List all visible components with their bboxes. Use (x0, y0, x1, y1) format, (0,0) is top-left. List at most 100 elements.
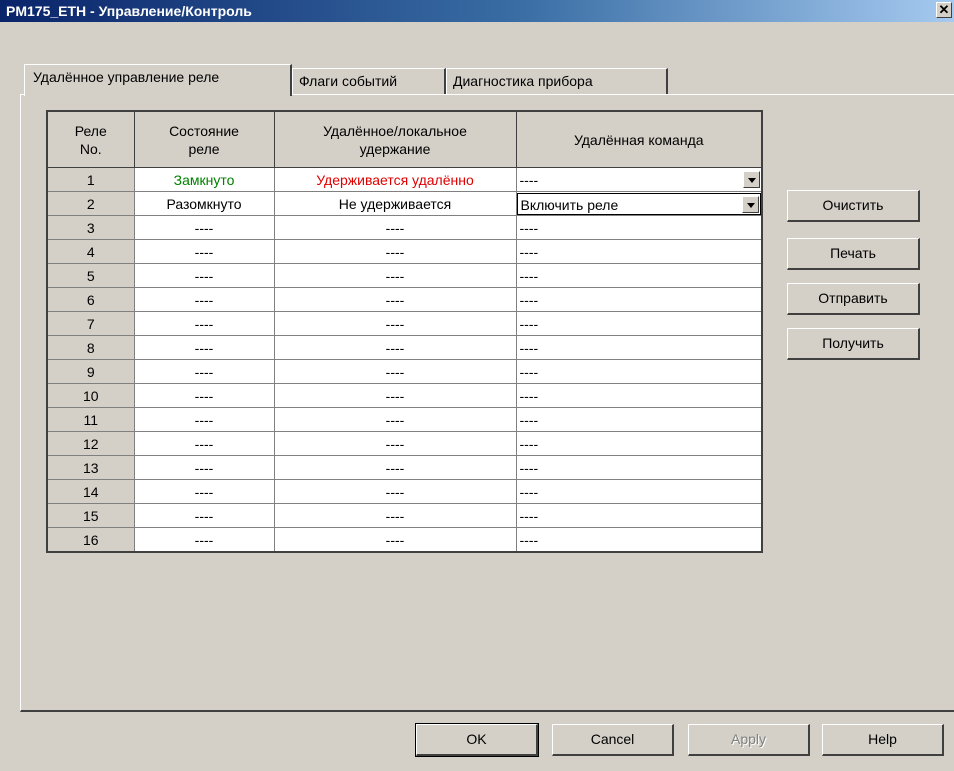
command-cell[interactable]: ---- (515, 527, 763, 553)
command-cell[interactable]: ---- (515, 359, 763, 384)
relay-no-cell: 3 (46, 215, 135, 240)
table-row: 13 ---- ---- ---- (46, 455, 763, 480)
command-cell[interactable]: ---- (515, 167, 763, 192)
command-cell[interactable]: ---- (515, 287, 763, 312)
hold-cell: ---- (273, 383, 517, 408)
hold-cell: ---- (273, 503, 517, 528)
relay-no-cell: 12 (46, 431, 135, 456)
col-header-hold: Удалённое/локальное удержание (273, 110, 517, 168)
print-button[interactable]: Печать (787, 238, 920, 270)
relay-state-cell: ---- (133, 479, 275, 504)
title-bar: PM175_ETH - Управление/Контроль ✕ (0, 0, 954, 22)
relay-state-cell: ---- (133, 383, 275, 408)
command-cell[interactable]: ---- (515, 263, 763, 288)
table-row: 9 ---- ---- ---- (46, 359, 763, 384)
relay-no-cell: 13 (46, 455, 135, 480)
relay-no-cell: 14 (46, 479, 135, 504)
relay-state-cell: ---- (133, 527, 275, 553)
command-cell[interactable]: ---- (515, 383, 763, 408)
table-row: 12 ---- ---- ---- (46, 431, 763, 456)
relay-state-cell: ---- (133, 215, 275, 240)
hold-cell: ---- (273, 311, 517, 336)
table-row: 15 ---- ---- ---- (46, 503, 763, 528)
command-cell[interactable]: ---- (515, 455, 763, 480)
table-row: 10 ---- ---- ---- (46, 383, 763, 408)
command-dropdown[interactable]: Включить реле (516, 192, 761, 215)
window-title: PM175_ETH - Управление/Контроль (6, 3, 252, 19)
hold-cell: ---- (273, 527, 517, 553)
close-icon: ✕ (938, 2, 950, 17)
relay-state-cell: Замкнуто (133, 167, 275, 192)
relay-state-cell: ---- (133, 431, 275, 456)
hold-cell: ---- (273, 287, 517, 312)
table-row: 11 ---- ---- ---- (46, 407, 763, 432)
relay-no-cell: 11 (46, 407, 135, 432)
command-cell[interactable]: ---- (515, 503, 763, 528)
ok-button[interactable]: OK (415, 723, 539, 757)
table-row: 8 ---- ---- ---- (46, 335, 763, 360)
command-cell[interactable]: ---- (515, 215, 763, 240)
relay-no-cell: 6 (46, 287, 135, 312)
relay-state-cell: ---- (133, 311, 275, 336)
hold-cell: ---- (273, 239, 517, 264)
relay-state-cell: Разомкнуто (133, 191, 275, 216)
table-row: 6 ---- ---- ---- (46, 287, 763, 312)
command-cell[interactable]: ---- (515, 311, 763, 336)
relay-no-cell: 7 (46, 311, 135, 336)
chevron-down-icon[interactable] (743, 170, 760, 188)
relay-state-cell: ---- (133, 287, 275, 312)
table-row: 5 ---- ---- ---- (46, 263, 763, 288)
relay-state-cell: ---- (133, 455, 275, 480)
col-header-relay-state: Состояние реле (133, 110, 275, 168)
hold-cell: ---- (273, 335, 517, 360)
receive-button[interactable]: Получить (787, 328, 920, 360)
relay-state-cell: ---- (133, 239, 275, 264)
command-dropdown[interactable]: ---- (517, 169, 762, 191)
hold-cell: ---- (273, 263, 517, 288)
table-row: 4 ---- ---- ---- (46, 239, 763, 264)
tab-event-flags[interactable]: Флаги событий (292, 68, 446, 94)
apply-button[interactable]: Apply (688, 724, 810, 756)
table-row: 7 ---- ---- ---- (46, 311, 763, 336)
col-header-relay-no: Реле No. (46, 110, 135, 168)
hold-cell: ---- (273, 359, 517, 384)
hold-cell: ---- (273, 431, 517, 456)
table-header-row: Реле No. Состояние реле Удалённое/локально… (46, 110, 763, 168)
chevron-down-icon[interactable] (742, 195, 759, 213)
command-cell[interactable]: ---- (515, 239, 763, 264)
relay-no-cell: 10 (46, 383, 135, 408)
tab-remote-relay-control[interactable]: Удалённое управление реле (24, 64, 292, 96)
relay-table: Реле No. Состояние реле Удалённое/локально… (46, 110, 763, 553)
cancel-button[interactable]: Cancel (552, 724, 674, 756)
relay-state-cell: ---- (133, 359, 275, 384)
send-button[interactable]: Отправить (787, 283, 920, 315)
command-cell[interactable]: ---- (515, 431, 763, 456)
hold-cell: ---- (273, 455, 517, 480)
command-cell[interactable]: ---- (515, 407, 763, 432)
table-row: 2 Разомкнуто Не удерживается Включить реле (46, 191, 763, 216)
command-cell[interactable]: ---- (515, 335, 763, 360)
relay-state-cell: ---- (133, 407, 275, 432)
relay-state-cell: ---- (133, 503, 275, 528)
relay-no-cell: 8 (46, 335, 135, 360)
hold-cell: Не удерживается (273, 191, 517, 216)
command-cell[interactable]: Включить реле (515, 191, 763, 216)
table-row: 16 ---- ---- ---- (46, 527, 763, 553)
clear-button[interactable]: Очистить (787, 190, 920, 222)
hold-cell: ---- (273, 479, 517, 504)
relay-state-cell: ---- (133, 263, 275, 288)
table-row: 1 Замкнуто Удерживается удалённо ---- (46, 167, 763, 192)
tab-device-diagnostics[interactable]: Диагностика прибора (446, 68, 668, 94)
help-button[interactable]: Help (822, 724, 944, 756)
relay-no-cell: 1 (46, 167, 135, 192)
table-row: 3 ---- ---- ---- (46, 215, 763, 240)
tab-label: Диагностика прибора (453, 73, 593, 89)
tab-label: Флаги событий (299, 73, 398, 89)
relay-state-cell: ---- (133, 335, 275, 360)
relay-no-cell: 9 (46, 359, 135, 384)
hold-cell: ---- (273, 215, 517, 240)
command-value: Включить реле (520, 196, 619, 213)
close-button[interactable]: ✕ (936, 2, 952, 18)
command-cell[interactable]: ---- (515, 479, 763, 504)
table-row: 14 ---- ---- ---- (46, 479, 763, 504)
